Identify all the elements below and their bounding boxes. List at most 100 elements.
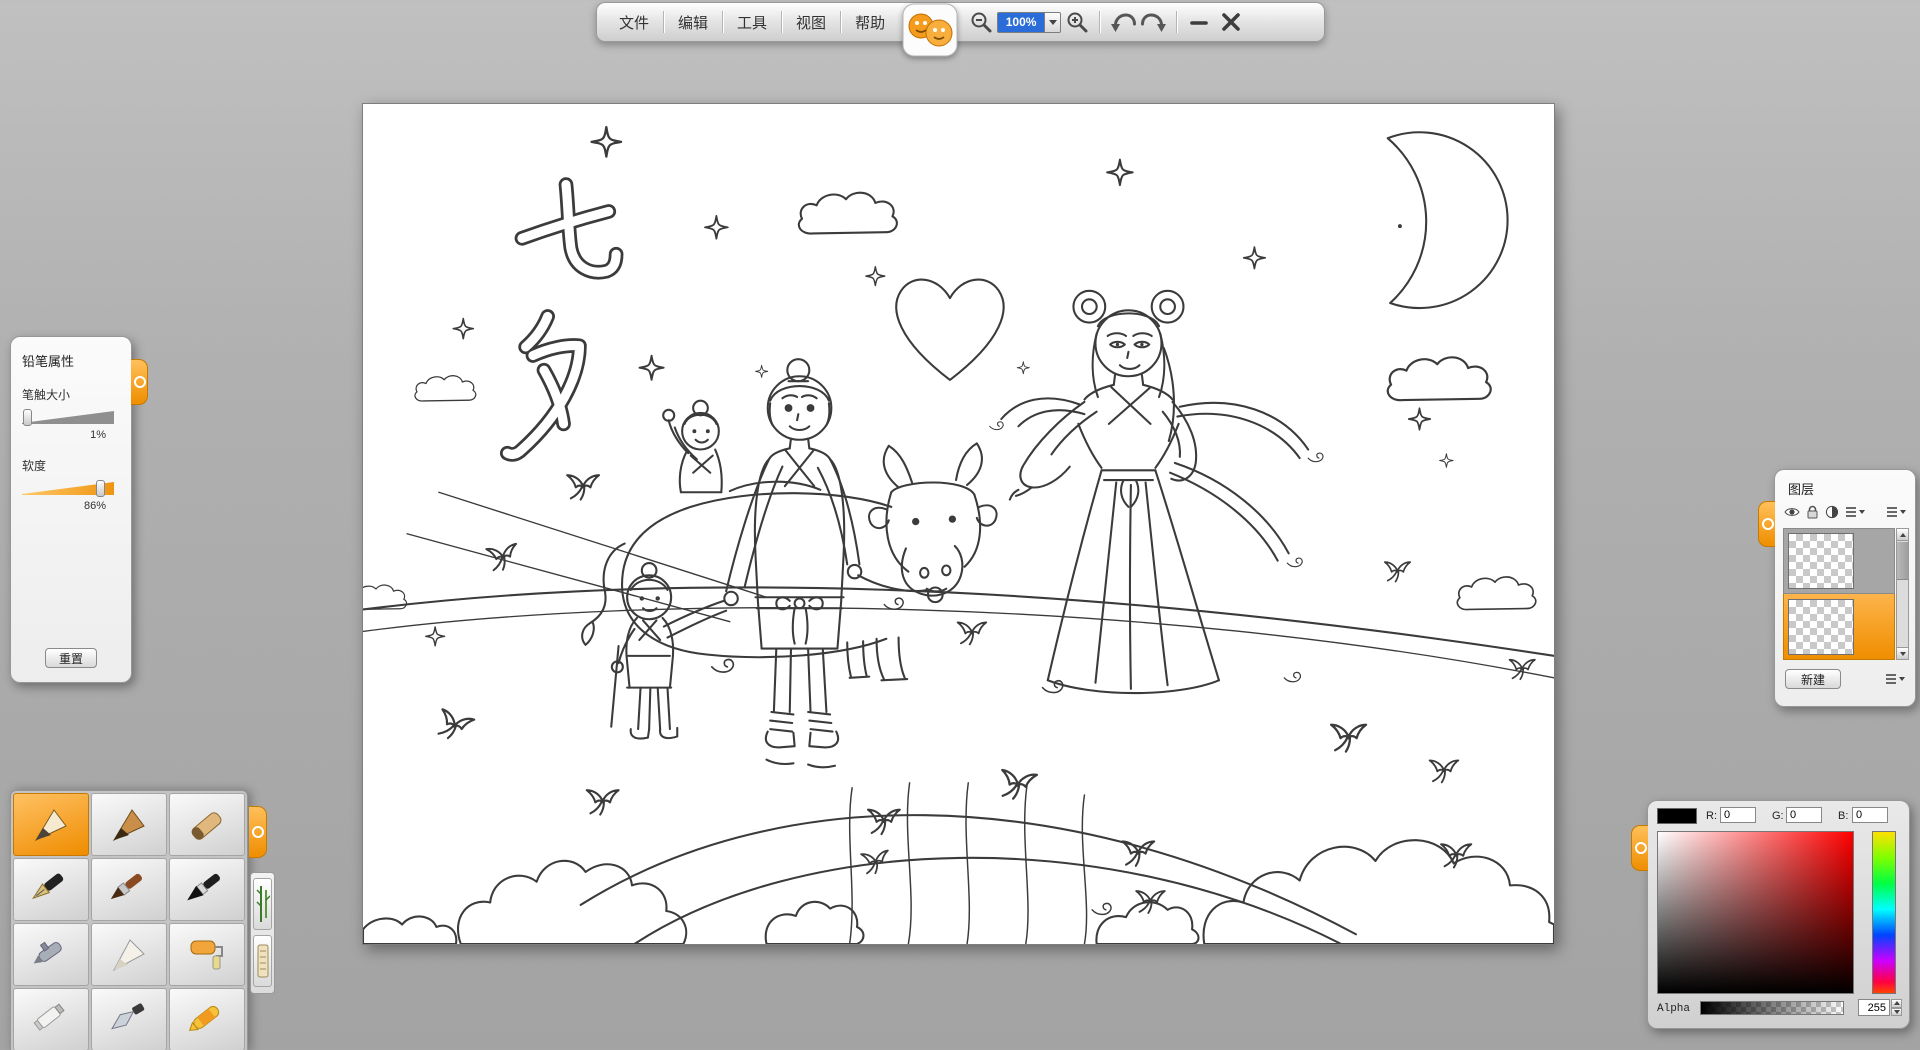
brush-size-track[interactable] bbox=[22, 411, 114, 424]
green-label: G: bbox=[1772, 810, 1784, 822]
blue-input[interactable] bbox=[1852, 807, 1888, 823]
chevron-down-icon bbox=[1900, 510, 1906, 514]
blue-label: B: bbox=[1838, 810, 1848, 822]
spin-up-button[interactable] bbox=[1891, 999, 1902, 1008]
chevron-down-icon bbox=[1900, 652, 1906, 656]
scroll-up-button[interactable] bbox=[1897, 529, 1908, 541]
new-layer-button[interactable]: 新建 bbox=[1785, 669, 1841, 689]
tool-crayon[interactable] bbox=[169, 988, 245, 1050]
chevron-down-icon bbox=[1859, 510, 1865, 514]
airbrush-icon bbox=[28, 932, 74, 978]
paint-tube-icon bbox=[28, 997, 74, 1043]
pencil-panel-title: 铅笔属性 bbox=[22, 351, 120, 370]
pencil-properties-panel: 铅笔属性 笔触大小 1% 软度 86% 重置 bbox=[10, 336, 132, 683]
zoom-out-button[interactable] bbox=[967, 8, 995, 36]
chevron-down-icon bbox=[1894, 1010, 1900, 1014]
magpies-group bbox=[435, 475, 1535, 913]
standing-child bbox=[611, 563, 726, 738]
scroll-icon bbox=[256, 939, 270, 983]
spin-down-button[interactable] bbox=[1891, 1008, 1902, 1017]
layer-row-1[interactable] bbox=[1783, 528, 1895, 594]
scrollbar-thumb[interactable] bbox=[1897, 542, 1908, 580]
close-icon bbox=[1219, 10, 1243, 34]
bamboo-tool-button[interactable] bbox=[253, 878, 272, 930]
tool-palette-knife[interactable] bbox=[91, 988, 167, 1050]
minimize-button[interactable] bbox=[1185, 8, 1213, 36]
crescent-moon bbox=[1388, 132, 1508, 308]
crayon-icon bbox=[184, 997, 230, 1043]
drawing-canvas[interactable] bbox=[362, 103, 1555, 945]
layers-scrollbar[interactable] bbox=[1896, 528, 1909, 660]
zoom-in-icon bbox=[1065, 10, 1089, 34]
tools-panel-tab[interactable] bbox=[249, 806, 267, 858]
hue-bar[interactable] bbox=[1872, 831, 1896, 994]
minimize-icon bbox=[1188, 11, 1210, 33]
softness-label: 软度 bbox=[22, 457, 120, 474]
stars-group bbox=[426, 127, 1453, 646]
brush-size-handle[interactable] bbox=[23, 409, 32, 426]
layers-bottom-menu[interactable] bbox=[1885, 673, 1905, 685]
pastel-stick-icon bbox=[184, 802, 230, 848]
paper-stump-icon bbox=[106, 932, 152, 978]
alpha-input[interactable] bbox=[1858, 999, 1890, 1016]
tool-pencil[interactable] bbox=[13, 793, 89, 856]
layer-row-2[interactable] bbox=[1783, 594, 1895, 660]
menu-list-icon bbox=[1845, 506, 1857, 518]
saturation-value-box[interactable] bbox=[1657, 831, 1854, 994]
tool-colored-pencil[interactable] bbox=[91, 793, 167, 856]
layers-panel: 图层 bbox=[1774, 469, 1916, 707]
menu-tools[interactable]: 工具 bbox=[723, 3, 781, 41]
tool-paint-tube[interactable] bbox=[13, 988, 89, 1050]
paint-roller-icon bbox=[184, 932, 230, 978]
close-button[interactable] bbox=[1217, 8, 1245, 36]
tool-paint-roller[interactable] bbox=[169, 923, 245, 986]
redo-icon bbox=[1141, 10, 1168, 35]
brush-size-slider[interactable] bbox=[22, 409, 118, 426]
alpha-spinner bbox=[1891, 999, 1902, 1016]
tool-ink-brush[interactable] bbox=[169, 858, 245, 921]
tool-pastel-stick[interactable] bbox=[169, 793, 245, 856]
reset-button[interactable]: 重置 bbox=[45, 648, 97, 668]
menu-file[interactable]: 文件 bbox=[605, 3, 663, 41]
blend-contrast-icon[interactable] bbox=[1825, 505, 1839, 519]
zoom-out-icon bbox=[969, 10, 993, 34]
chevron-up-icon bbox=[1900, 533, 1906, 537]
lock-icon[interactable] bbox=[1806, 505, 1819, 519]
zoom-level-input[interactable] bbox=[997, 12, 1045, 33]
green-input[interactable] bbox=[1786, 807, 1822, 823]
tool-fountain-pen[interactable] bbox=[13, 858, 89, 921]
logo-area bbox=[899, 3, 965, 41]
paint-brush-icon bbox=[106, 867, 152, 913]
visibility-eye-icon[interactable] bbox=[1784, 505, 1800, 519]
menu-view[interactable]: 视图 bbox=[782, 3, 840, 41]
menu-help[interactable]: 帮助 bbox=[841, 3, 899, 41]
zoom-in-button[interactable] bbox=[1063, 8, 1091, 36]
app-logo-icon[interactable] bbox=[901, 2, 959, 58]
undo-button[interactable] bbox=[1108, 8, 1136, 36]
alpha-slider[interactable] bbox=[1700, 1001, 1844, 1015]
color-picker-panel: R: G: B: Alpha bbox=[1647, 800, 1910, 1029]
scroll-tool-button[interactable] bbox=[253, 935, 272, 987]
layer-extra-menu[interactable] bbox=[1886, 506, 1906, 518]
layers-panel-tab[interactable] bbox=[1758, 501, 1775, 547]
tool-paint-brush[interactable] bbox=[91, 858, 167, 921]
menu-edit[interactable]: 编辑 bbox=[664, 3, 722, 41]
zoom-dropdown-button[interactable] bbox=[1045, 12, 1061, 33]
pencil-panel-tab[interactable] bbox=[131, 359, 148, 405]
tool-airbrush[interactable] bbox=[13, 923, 89, 986]
softness-handle[interactable] bbox=[96, 480, 105, 497]
scroll-down-button[interactable] bbox=[1897, 647, 1908, 659]
chevron-down-icon bbox=[1899, 677, 1905, 681]
heart-outline bbox=[896, 280, 1003, 380]
color-panel-tab[interactable] bbox=[1631, 825, 1648, 871]
bottom-clouds bbox=[363, 840, 1554, 944]
bridge-arcs bbox=[363, 492, 1554, 944]
colored-pencil-icon bbox=[106, 802, 152, 848]
tool-paper-stump[interactable] bbox=[91, 923, 167, 986]
layer-options-menu[interactable] bbox=[1845, 506, 1865, 518]
redo-button[interactable] bbox=[1140, 8, 1168, 36]
softness-slider[interactable] bbox=[22, 480, 118, 497]
brush-size-label: 笔触大小 bbox=[22, 386, 120, 403]
clouds-group bbox=[363, 193, 1536, 610]
red-input[interactable] bbox=[1720, 807, 1756, 823]
